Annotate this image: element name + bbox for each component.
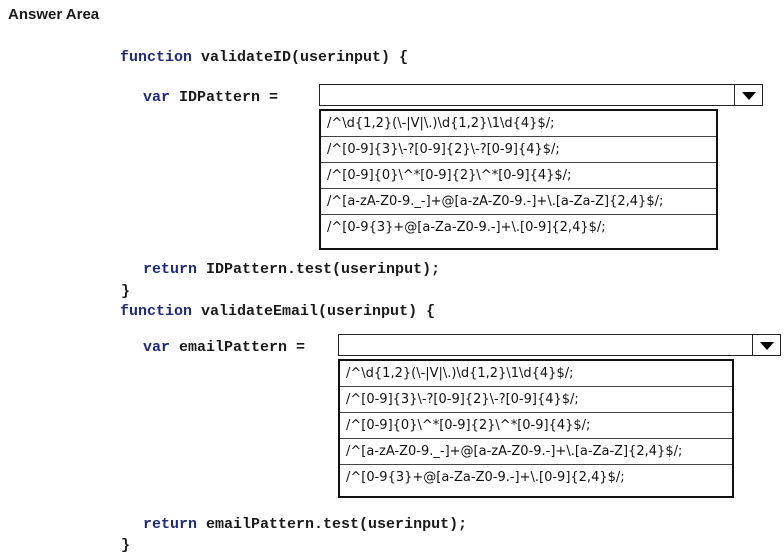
validateemail-signature: validateEmail(userinput) {: [201, 303, 436, 320]
emailpattern-assign: emailPattern =: [179, 339, 306, 356]
return-emailpattern-line: return emailPattern.test(userinput);: [143, 516, 467, 534]
answer-area-heading: Answer Area: [8, 6, 100, 23]
emailpattern-declaration: var emailPattern =: [143, 339, 305, 357]
function-keyword: function: [120, 49, 193, 66]
return-keyword: return: [143, 516, 198, 533]
emailpattern-dropdown[interactable]: [338, 334, 781, 356]
emailpattern-option[interactable]: /^\d{1,2}(\-|V|\.)\d{1,2}\1\d{4}$/;: [340, 361, 732, 387]
idpattern-dropdown[interactable]: [319, 84, 763, 106]
emailpattern-options-list: /^\d{1,2}(\-|V|\.)\d{1,2}\1\d{4}$/; /^[0…: [338, 359, 734, 498]
idpattern-option[interactable]: /^\d{1,2}(\-|V|\.)\d{1,2}\1\d{4}$/;: [321, 111, 716, 137]
emailpattern-option[interactable]: /^[a-zA-Z0-9._-]+@[a-zA-Z0-9.-]+\.[a-Za-…: [340, 439, 732, 465]
validateid-signature: validateID(userinput) {: [201, 49, 409, 66]
closing-brace: }: [121, 283, 131, 300]
emailpattern-option[interactable]: /^[0-9]{0}\^*[0-9]{2}\^*[0-9]{4}$/;: [340, 413, 732, 439]
triangle-down-icon: [741, 92, 756, 100]
return-emailpattern-expr: emailPattern.test(userinput);: [206, 516, 468, 533]
idpattern-options-list: /^\d{1,2}(\-|V|\.)\d{1,2}\1\d{4}$/; /^[0…: [319, 109, 718, 250]
return-keyword: return: [143, 261, 198, 278]
idpattern-assign: IDPattern =: [179, 89, 279, 106]
function-validateid-line: function validateID(userinput) {: [120, 49, 408, 67]
idpattern-option[interactable]: /^[0-9]{0}\^*[0-9]{2}\^*[0-9]{4}$/;: [321, 163, 716, 189]
closing-brace: }: [121, 537, 131, 554]
idpattern-option[interactable]: /^[0-9{3}+@[a-Za-Z0-9.-]+\.[0-9]{2,4}$/;: [321, 215, 716, 241]
return-idpattern-line: return IDPattern.test(userinput);: [143, 261, 440, 279]
idpattern-option[interactable]: /^[0-9]{3}\-?[0-9]{2}\-?[0-9]{4}$/;: [321, 137, 716, 163]
emailpattern-option[interactable]: /^[0-9]{3}\-?[0-9]{2}\-?[0-9]{4}$/;: [340, 387, 732, 413]
function-keyword: function: [120, 303, 193, 320]
var-keyword: var: [143, 339, 171, 356]
idpattern-dropdown-button[interactable]: [734, 85, 762, 105]
function-validateemail-line: function validateEmail(userinput) {: [120, 303, 435, 321]
emailpattern-dropdown-button[interactable]: [752, 335, 780, 355]
idpattern-option[interactable]: /^[a-zA-Z0-9._-]+@[a-zA-Z0-9.-]+\.[a-Za-…: [321, 189, 716, 215]
triangle-down-icon: [759, 342, 774, 350]
var-keyword: var: [143, 89, 171, 106]
return-idpattern-expr: IDPattern.test(userinput);: [206, 261, 441, 278]
emailpattern-option[interactable]: /^[0-9{3}+@[a-Za-Z0-9.-]+\.[0-9]{2,4}$/;: [340, 465, 732, 491]
idpattern-declaration: var IDPattern =: [143, 89, 278, 107]
